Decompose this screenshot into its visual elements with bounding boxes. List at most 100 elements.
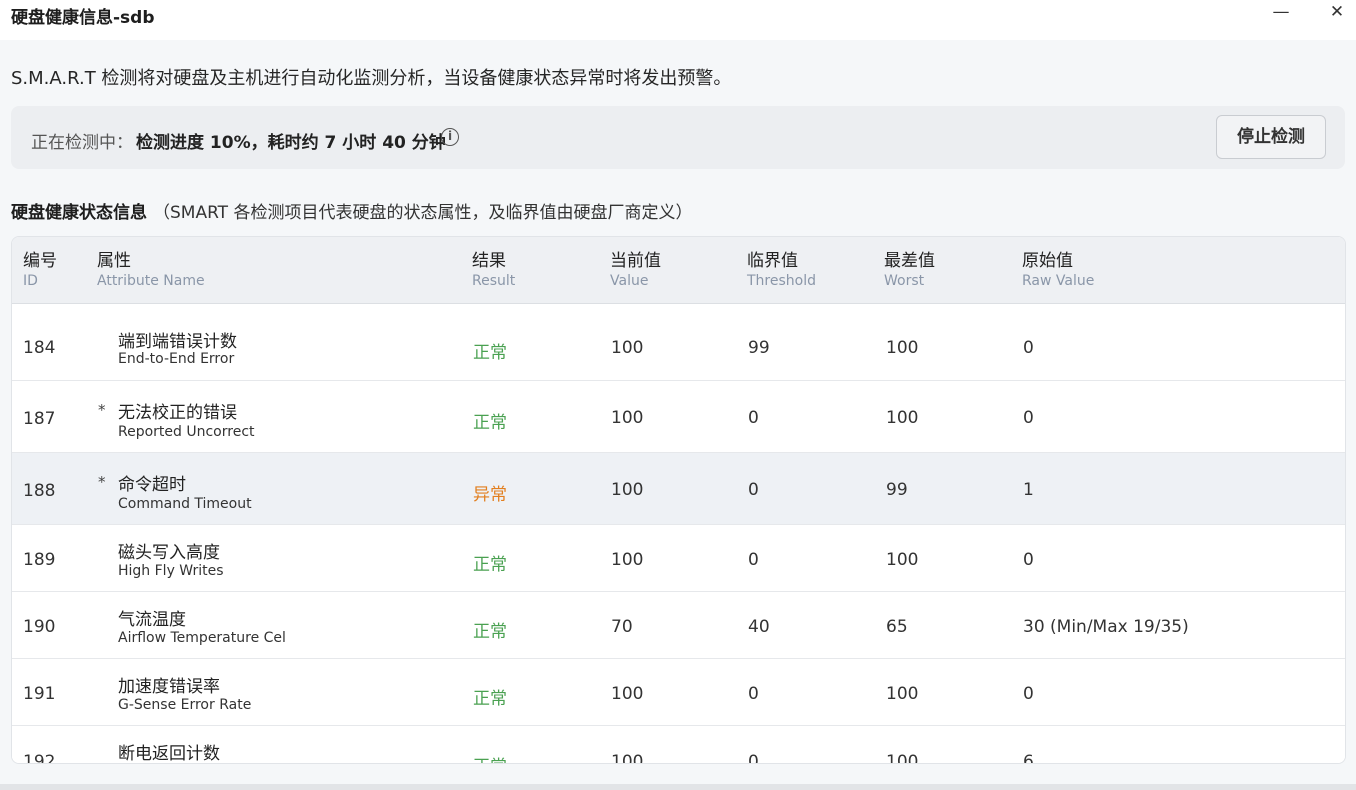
column-header-cn: 当前值 — [610, 251, 661, 271]
row-attribute-cn: 断电返回计数 — [118, 744, 220, 764]
row-attribute-cn: 气流温度 — [118, 610, 186, 630]
row-worst: 100 — [886, 550, 919, 570]
row-attribute-cn: 命令超时 — [118, 475, 186, 495]
column-header-en: Raw Value — [1022, 273, 1095, 289]
title-bar: 硬盘健康信息-sdb — ✕ — [0, 0, 1356, 40]
row-threshold: 99 — [748, 338, 770, 358]
row-result: 正常 — [473, 555, 507, 575]
smart-table[interactable]: 编号 ID 属性 Attribute Name 结果 Result 当前值 Va… — [11, 236, 1346, 764]
row-threshold: 0 — [748, 480, 759, 500]
row-id: 188 — [23, 481, 56, 501]
row-attribute-cn: 磁头写入高度 — [118, 543, 220, 563]
section-title: 硬盘健康状态信息 — [11, 203, 147, 223]
window-title: 硬盘健康信息-sdb — [11, 8, 155, 28]
row-value: 100 — [611, 752, 644, 764]
status-label: 正在检测中： — [31, 133, 133, 153]
row-attribute-en: Airflow Temperature Cel — [118, 630, 286, 646]
detection-status-panel: 正在检测中： 检测进度 10%，耗时约 7 小时 40 分钟 i 停止检测 — [11, 106, 1345, 169]
row-value: 100 — [611, 338, 644, 358]
row-id: 189 — [23, 550, 56, 570]
table-row[interactable]: 190 气流温度 Airflow Temperature Cel 正常 70 4… — [12, 592, 1345, 659]
column-header-en: Worst — [884, 273, 925, 289]
close-icon[interactable]: ✕ — [1322, 2, 1352, 24]
column-header-cn: 最差值 — [884, 251, 935, 271]
column-header-worst: 最差值 Worst — [884, 250, 935, 290]
column-header-en: Attribute Name — [97, 273, 205, 289]
row-raw-value: 30 (Min/Max 19/35) — [1023, 617, 1189, 637]
row-attribute-en: Reported Uncorrect — [118, 424, 255, 440]
column-header-result: 结果 Result — [472, 250, 515, 290]
column-header-value: 当前值 Value — [610, 250, 661, 290]
row-worst: 99 — [886, 480, 908, 500]
row-raw-value: 6 — [1023, 752, 1034, 764]
row-id: 184 — [23, 338, 56, 358]
status-progress-text: 检测进度 10%，耗时约 7 小时 40 分钟 — [136, 133, 446, 153]
row-threshold: 40 — [748, 617, 770, 637]
column-header-cn: 编号 — [23, 251, 57, 271]
column-header-cn: 原始值 — [1022, 251, 1073, 271]
row-worst: 100 — [886, 752, 919, 764]
column-header-en: Result — [472, 273, 516, 289]
row-star: * — [98, 473, 106, 491]
row-raw-value: 0 — [1023, 338, 1034, 358]
row-attribute-en: End-to-End Error — [118, 351, 235, 367]
row-worst: 65 — [886, 617, 908, 637]
row-value: 100 — [611, 408, 644, 428]
section-subtitle: （SMART 各检测项目代表硬盘的状态属性，及临界值由硬盘厂商定义） — [153, 203, 693, 223]
row-threshold: 0 — [748, 408, 759, 428]
table-row-abnormal[interactable]: 188 * 命令超时 Command Timeout 异常 100 0 99 1 — [12, 453, 1345, 525]
row-attribute-en: G-Sense Error Rate — [118, 697, 252, 713]
row-value: 70 — [611, 617, 633, 637]
row-value: 100 — [611, 480, 644, 500]
table-row[interactable]: 187 * 无法校正的错误 Reported Uncorrect 正常 100 … — [12, 381, 1345, 453]
column-header-cn: 属性 — [97, 251, 131, 271]
table-row[interactable]: 184 端到端错误计数 End-to-End Error 正常 100 99 1… — [12, 314, 1345, 381]
row-result: 正常 — [473, 689, 507, 709]
column-header-en: Threshold — [747, 273, 816, 289]
minimize-icon[interactable]: — — [1266, 2, 1296, 24]
row-star: * — [98, 401, 106, 419]
column-header-cn: 临界值 — [747, 251, 798, 271]
column-header-cn: 结果 — [472, 251, 506, 271]
column-header-raw-value: 原始值 Raw Value — [1022, 250, 1094, 290]
table-row[interactable]: 191 加速度错误率 G-Sense Error Rate 正常 100 0 1… — [12, 659, 1345, 726]
row-threshold: 0 — [748, 752, 759, 764]
row-attribute-cn: 无法校正的错误 — [118, 403, 237, 423]
table-row[interactable]: 189 磁头写入高度 High Fly Writes 正常 100 0 100 … — [12, 525, 1345, 592]
table-header: 编号 ID 属性 Attribute Name 结果 Result 当前值 Va… — [12, 237, 1345, 304]
column-header-attribute: 属性 Attribute Name — [97, 250, 205, 290]
row-result: 正常 — [473, 752, 507, 763]
row-id: 190 — [23, 617, 56, 637]
row-id: 192 — [23, 752, 56, 764]
row-attribute-cn: 加速度错误率 — [118, 677, 220, 697]
row-worst: 100 — [886, 408, 919, 428]
row-worst: 100 — [886, 338, 919, 358]
row-attribute-en: Command Timeout — [118, 496, 252, 512]
column-header-threshold: 临界值 Threshold — [747, 250, 816, 290]
smart-description: S.M.A.R.T 检测将对硬盘及主机进行自动化监测分析，当设备健康状态异常时将… — [11, 68, 732, 89]
info-icon[interactable]: i — [441, 128, 459, 146]
row-attribute-cn: 端到端错误计数 — [118, 332, 237, 352]
row-raw-value: 0 — [1023, 684, 1034, 704]
row-raw-value: 0 — [1023, 550, 1034, 570]
stop-detection-button[interactable]: 停止检测 — [1216, 115, 1326, 159]
column-header-en: ID — [23, 273, 38, 289]
row-id: 191 — [23, 684, 56, 704]
row-result: 正常 — [473, 343, 507, 363]
row-worst: 100 — [886, 684, 919, 704]
row-id: 187 — [23, 409, 56, 429]
horizontal-scrollbar[interactable] — [0, 784, 1356, 790]
table-row[interactable]: 192 断电返回计数 正常 100 0 100 6 — [12, 726, 1345, 764]
row-threshold: 0 — [748, 684, 759, 704]
row-value: 100 — [611, 550, 644, 570]
row-value: 100 — [611, 684, 644, 704]
row-attribute-en: High Fly Writes — [118, 563, 224, 579]
row-result: 正常 — [473, 622, 507, 642]
row-raw-value: 0 — [1023, 408, 1034, 428]
row-result: 异常 — [473, 485, 507, 505]
column-header-en: Value — [610, 273, 649, 289]
row-raw-value: 1 — [1023, 480, 1034, 500]
column-header-id: 编号 ID — [23, 250, 57, 290]
row-result: 正常 — [473, 413, 507, 433]
row-threshold: 0 — [748, 550, 759, 570]
